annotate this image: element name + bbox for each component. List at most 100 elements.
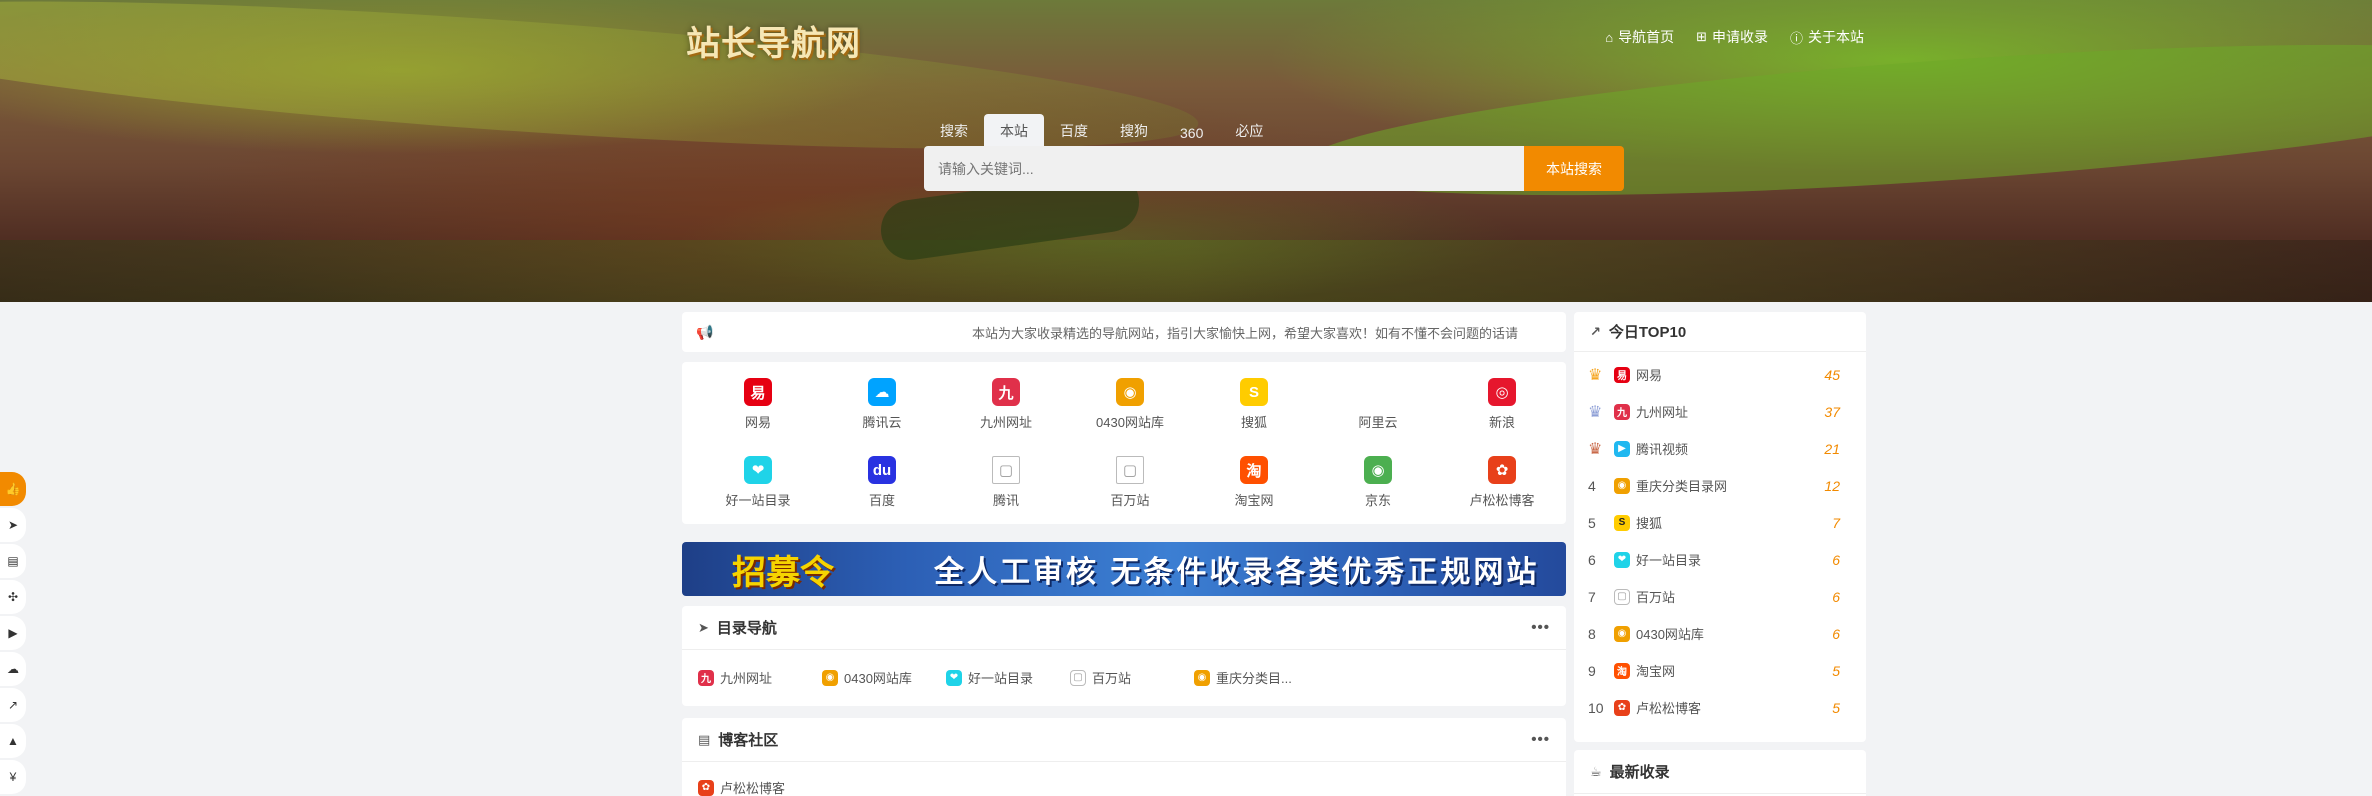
site-logo-icon: S <box>1240 378 1268 406</box>
site-link[interactable]: 易网易 <box>696 378 820 431</box>
home-icon: ⌂ <box>1605 29 1614 45</box>
site-logo[interactable]: 站长导航网 <box>686 16 861 65</box>
site-link[interactable]: ◉ 京东 <box>1316 456 1440 509</box>
site-link[interactable]: ◉ 0430网站库 <box>1068 378 1192 431</box>
search-tab-bing[interactable]: 必应 <box>1219 114 1279 148</box>
site-label: 0430网站库 <box>1096 415 1164 430</box>
graduation-icon[interactable]: ▲ <box>0 724 26 758</box>
site-label: 搜狐 <box>1240 415 1267 430</box>
crown-icon: ♛ <box>1588 440 1603 458</box>
site-link[interactable]: 阿里云 <box>1316 378 1440 431</box>
site-label: 好一站目录 <box>725 493 791 508</box>
site-link[interactable]: ▢ 百万站 <box>1068 456 1192 509</box>
chart-icon[interactable]: ↗ <box>0 688 26 722</box>
site-logo-icon: 九 <box>698 669 714 686</box>
directory-item[interactable]: ◉ 重庆分类目... <box>1194 668 1318 687</box>
rank-row[interactable]: ♛ 易网易 45 <box>1574 356 1866 393</box>
more-button[interactable]: ••• <box>1531 731 1550 748</box>
directory-title: 目录导航 <box>716 620 777 637</box>
search-tab-site[interactable]: 本站 <box>984 114 1044 148</box>
directory-item[interactable]: ❤ 好一站目录 <box>946 668 1070 687</box>
blog-section: ▤ 博客社区 ••• ✿ 卢松松博客 <box>682 718 1566 796</box>
site-label: 百万站 <box>1110 493 1150 508</box>
search-tab-sogou[interactable]: 搜狗 <box>1104 114 1164 148</box>
paper-plane-icon[interactable]: ➤ <box>0 508 26 542</box>
gamepad-icon[interactable]: ✣ <box>0 580 26 614</box>
rank-row[interactable]: 9 淘淘宝网 5 <box>1574 652 1866 689</box>
site-logo-icon: ✿ <box>1488 456 1516 484</box>
search-tabs: 搜索 本站 百度 搜狗 360 必应 <box>924 114 1279 148</box>
rank-count: 5 <box>1832 699 1840 716</box>
rank-row[interactable]: 8 ◉ 0430网站库 6 <box>1574 615 1866 652</box>
rank-count: 5 <box>1832 662 1840 679</box>
rank-number: 7 <box>1588 588 1596 605</box>
search-tab-baidu[interactable]: 百度 <box>1044 114 1104 148</box>
rank-row[interactable]: 4 ◉ 重庆分类目录网 12 <box>1574 467 1866 504</box>
rank-count: 6 <box>1832 551 1840 568</box>
site-link[interactable]: S 搜狐 <box>1192 378 1316 431</box>
directory-item[interactable]: 九九州网址 <box>698 668 822 687</box>
rank-number: 8 <box>1588 625 1596 642</box>
site-logo-icon: ❤ <box>1614 551 1630 568</box>
site-logo-icon: ☁ <box>868 378 896 406</box>
crown-icon: ♛ <box>1588 366 1603 384</box>
rank-row[interactable]: 6 ❤ 好一站目录 6 <box>1574 541 1866 578</box>
megaphone-icon: 📢 <box>696 323 714 340</box>
bird-icon: ✿ <box>698 779 714 796</box>
site-link[interactable]: ◎ 新浪 <box>1440 378 1564 431</box>
site-logo-icon: S <box>1614 514 1630 531</box>
rank-number: 10 <box>1588 699 1604 716</box>
site-link[interactable]: ▢ 腾讯 <box>944 456 1068 509</box>
rank-site-name: 百万站 <box>1636 590 1676 605</box>
site-logo-icon: 易 <box>744 378 772 406</box>
nav-home[interactable]: ⌂ 导航首页 <box>1605 27 1674 47</box>
rank-site-name: 0430网站库 <box>1636 627 1704 642</box>
site-link[interactable]: 九九州网址 <box>944 378 1068 431</box>
search-button[interactable]: 本站搜索 <box>1524 146 1624 191</box>
thumbs-up-icon[interactable]: 👍 <box>0 472 26 506</box>
rank-row[interactable]: 10 ✿ 卢松松博客 5 <box>1574 689 1866 726</box>
rank-count: 37 <box>1824 403 1840 420</box>
rank-row[interactable]: ♛ 九九州网址 37 <box>1574 393 1866 430</box>
rank-row[interactable]: 7 ▢ 百万站 6 <box>1574 578 1866 615</box>
nav-submit[interactable]: ⊞ 申请收录 <box>1696 27 1768 47</box>
video-icon[interactable]: ▶ <box>0 616 26 650</box>
rank-site-name: 淘宝网 <box>1636 664 1676 679</box>
site-logo-icon <box>1364 378 1392 406</box>
rank-count: 7 <box>1832 514 1840 531</box>
site-link[interactable]: 淘淘宝网 <box>1192 456 1316 509</box>
site-logo-icon: ❤ <box>744 456 772 484</box>
nav-home-label: 导航首页 <box>1618 29 1675 45</box>
site-logo-icon: 九 <box>1614 403 1630 420</box>
rank-count: 12 <box>1824 477 1840 494</box>
site-link[interactable]: ☁ 腾讯云 <box>820 378 944 431</box>
latest-panel: ☕ 最新收录 <box>1574 750 1866 796</box>
rank-row[interactable]: ♛ ▶ 腾讯视频 21 <box>1574 430 1866 467</box>
latest-title: 最新收录 <box>1609 764 1670 781</box>
yen-icon[interactable]: ¥ <box>0 760 26 794</box>
cloud-icon[interactable]: ☁ <box>0 652 26 686</box>
document-icon[interactable]: ▤ <box>0 544 26 578</box>
info-icon: ⓘ <box>1789 30 1803 46</box>
site-link[interactable]: ❤ 好一站目录 <box>696 456 820 509</box>
hero-field <box>0 240 2372 302</box>
site-logo-icon: ◉ <box>1194 669 1210 686</box>
rank-row[interactable]: 5 S 搜狐 7 <box>1574 504 1866 541</box>
site-link[interactable]: du 百度 <box>820 456 944 509</box>
recruit-banner[interactable]: 招募令 全人工审核 无条件收录各类优秀正规网站 <box>682 542 1566 596</box>
plus-square-icon: ⊞ <box>1696 29 1707 44</box>
banner-title: 招募令 <box>732 552 834 593</box>
search-tab-label: 搜索 <box>940 123 968 139</box>
search-input[interactable] <box>924 146 1524 191</box>
site-logo-icon: ◉ <box>822 669 838 686</box>
rank-site-name: 卢松松博客 <box>1636 701 1702 716</box>
more-button[interactable]: ••• <box>1531 619 1550 636</box>
directory-item[interactable]: ▢ 百万站 <box>1070 668 1194 687</box>
directory-list: 九九州网址 ◉ 0430网站库 ❤ 好一站目录 ▢ 百万站 ◉ 重庆分类目... <box>682 650 1566 687</box>
search-tab-360[interactable]: 360 <box>1164 118 1219 148</box>
blog-item[interactable]: ✿ 卢松松博客 <box>682 762 1566 796</box>
rank-site-name: 九州网址 <box>1636 405 1689 420</box>
directory-item[interactable]: ◉ 0430网站库 <box>822 668 946 687</box>
nav-about[interactable]: ⓘ 关于本站 <box>1790 27 1864 47</box>
site-link[interactable]: ✿ 卢松松博客 <box>1440 456 1564 509</box>
